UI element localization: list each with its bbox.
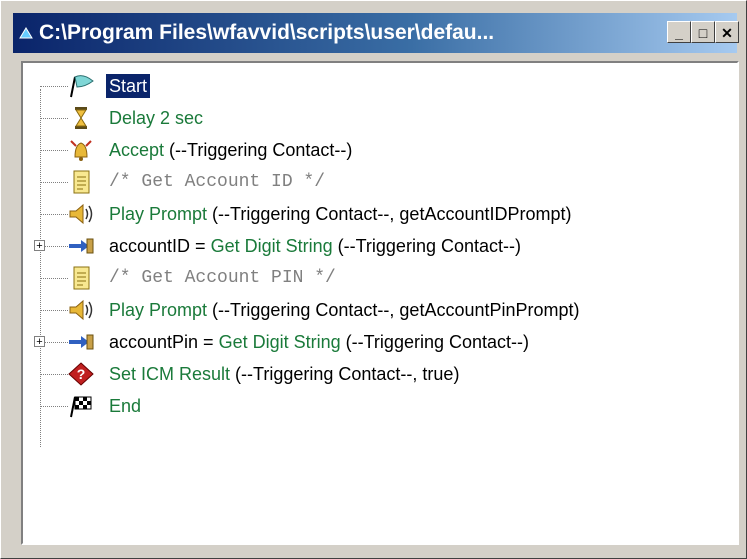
window-title: C:\Program Files\wfavvid\scripts\user\de… [39, 21, 495, 44]
step-params: (--Triggering Contact--, getAccountPinPr… [207, 300, 580, 320]
node-label: Play Prompt (--Triggering Contact--, get… [109, 298, 580, 322]
close-button[interactable]: ✕ [715, 21, 739, 43]
tree-node-delay[interactable]: Delay 2 sec [23, 103, 723, 133]
step-variable: accountPin = [109, 332, 219, 352]
step-params: (--Triggering Contact--) [164, 140, 353, 160]
step-name: Accept [109, 140, 165, 160]
bell-icon [70, 140, 92, 161]
tree-node-comment[interactable]: /* Get Account PIN */ [23, 263, 723, 293]
step-variable: accountID = [109, 236, 211, 256]
expand-toggle[interactable]: + [34, 336, 45, 348]
script-tree[interactable]: Start Delay 2 sec Accept (--Triggering C… [21, 61, 739, 545]
get-digits-icon [69, 334, 94, 350]
tree-branch [40, 86, 68, 87]
tree-branch [40, 374, 68, 375]
note-icon [73, 170, 90, 194]
step-params: (--Triggering Contact--, getAccountIDPro… [207, 204, 572, 224]
node-label: Delay 2 sec [109, 108, 204, 128]
tree-node-comment[interactable]: /* Get Account ID */ [23, 167, 723, 197]
end-flag-icon [70, 396, 92, 418]
node-label: /* Get Account ID */ [109, 172, 326, 192]
tree-branch [40, 310, 68, 311]
step-name: Set ICM Result [109, 364, 231, 384]
tree-branch [45, 246, 68, 247]
expand-toggle[interactable]: + [34, 240, 45, 252]
tree-branch [40, 118, 68, 119]
node-label: accountID = Get Digit String (--Triggeri… [109, 234, 521, 258]
tree-node-get-digits[interactable]: + accountID = Get Digit String (--Trigge… [23, 231, 723, 261]
tree-branch [45, 342, 68, 343]
minimize-button[interactable]: _ [667, 21, 691, 43]
close-icon: ✕ [721, 25, 733, 41]
minimize-icon: _ [675, 25, 683, 41]
maximize-icon: □ [698, 25, 708, 41]
note-icon [73, 266, 90, 290]
node-label: Start [106, 74, 151, 98]
speaker-icon [69, 203, 93, 225]
tree-node-start[interactable]: Start [23, 71, 723, 101]
tree-node-play-prompt[interactable]: Play Prompt (--Triggering Contact--, get… [23, 199, 723, 229]
tree-node-get-digits[interactable]: + accountPin = Get Digit String (--Trigg… [23, 327, 723, 357]
step-name: Play Prompt [109, 204, 208, 224]
step-params: (--Triggering Contact--, true) [230, 364, 460, 384]
node-label: accountPin = Get Digit String (--Trigger… [109, 330, 529, 354]
hourglass-icon [75, 107, 87, 129]
tree-node-set-icm-result[interactable]: ? Set ICM Result (--Triggering Contact--… [23, 359, 723, 389]
icm-result-icon: ? [68, 362, 94, 386]
tree-node-accept[interactable]: Accept (--Triggering Contact--) [23, 135, 723, 165]
tree-branch [40, 406, 68, 407]
step-name: Get Digit String [218, 332, 341, 352]
tree-node-play-prompt[interactable]: Play Prompt (--Triggering Contact--, get… [23, 295, 723, 325]
tree-branch [40, 150, 68, 151]
start-flag-icon [70, 75, 94, 98]
step-name: Play Prompt [109, 300, 208, 320]
node-label: /* Get Account PIN */ [109, 268, 336, 288]
tree-branch [40, 182, 68, 183]
tree-node-end[interactable]: End [23, 391, 723, 421]
get-digits-icon [69, 238, 94, 254]
node-label: Accept (--Triggering Contact--) [109, 138, 352, 162]
title-bar[interactable]: C:\Program Files\wfavvid\scripts\user\de… [13, 13, 739, 53]
maximize-button[interactable]: □ [691, 21, 715, 43]
svg-text:?: ? [77, 366, 86, 382]
node-label: Set ICM Result (--Triggering Contact--, … [109, 362, 459, 386]
node-label: End [109, 396, 142, 416]
speaker-icon [69, 299, 93, 321]
step-params: (--Triggering Contact--) [332, 236, 521, 256]
tree-branch [40, 214, 68, 215]
step-params: (--Triggering Contact--) [340, 332, 529, 352]
script-window: C:\Program Files\wfavvid\scripts\user\de… [0, 0, 747, 559]
app-icon [19, 27, 33, 39]
node-label: Play Prompt (--Triggering Contact--, get… [109, 202, 572, 226]
tree-branch [40, 278, 68, 279]
step-name: Get Digit String [210, 236, 333, 256]
